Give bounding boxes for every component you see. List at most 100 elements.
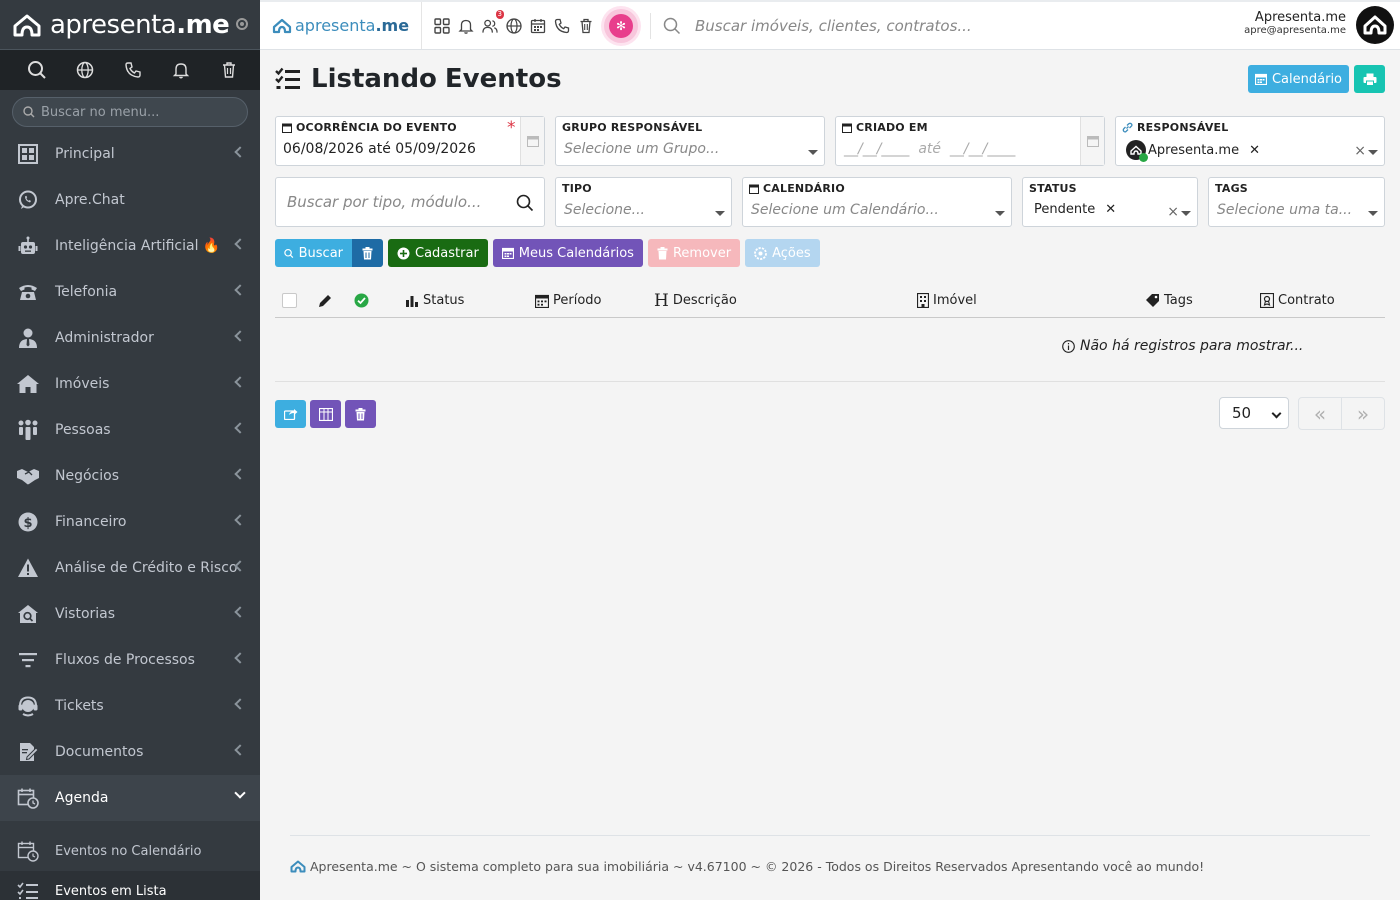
- calendar-clock-icon: [16, 839, 40, 863]
- column-header-status[interactable]: Status: [405, 293, 464, 308]
- column-header-contrato[interactable]: Contrato: [1260, 293, 1335, 308]
- sidebar-item-documentos[interactable]: Documentos: [0, 729, 260, 775]
- globe-icon[interactable]: [506, 17, 522, 34]
- sidebar-toggle-icon[interactable]: [236, 18, 248, 30]
- sidebar-item-pessoas[interactable]: Pessoas: [0, 407, 260, 453]
- my-calendars-button[interactable]: Meus Calendários: [492, 239, 643, 267]
- trash-icon[interactable]: [578, 18, 594, 34]
- clear-icon[interactable]: ×: [1167, 204, 1179, 220]
- sidebar-item-analise[interactable]: Análise de Crédito e Risco: [0, 545, 260, 591]
- users-icon[interactable]: 3: [482, 9, 504, 34]
- logo-house-icon: [272, 18, 292, 33]
- criado-em-field[interactable]: CRIADO EM __/__/____ até __/__/____: [835, 116, 1105, 166]
- robot-icon: [16, 234, 40, 258]
- actions-button[interactable]: Ações: [745, 239, 820, 267]
- trash-icon: [362, 246, 373, 259]
- logo-house-icon: [290, 860, 306, 873]
- last-page-button[interactable]: »: [1341, 398, 1384, 429]
- sidebar-item-administrador[interactable]: Administrador: [0, 315, 260, 361]
- search-icon[interactable]: [26, 59, 48, 81]
- per-page-select[interactable]: 50: [1219, 397, 1289, 429]
- sidebar-item-telefonia[interactable]: Telefonia: [0, 269, 260, 315]
- phone-icon[interactable]: [122, 59, 144, 81]
- clear-filters-button[interactable]: [352, 239, 383, 267]
- avatar[interactable]: [1356, 6, 1394, 44]
- svg-text:$: $: [23, 516, 32, 531]
- column-header-tags[interactable]: Tags: [1145, 293, 1193, 308]
- sidebar-item-label: Tickets: [55, 698, 104, 714]
- trash-icon[interactable]: [218, 59, 240, 81]
- sidebar-item-financeiro[interactable]: $ Financeiro: [0, 499, 260, 545]
- top-navbar: apresenta .me 3 ✻ Buscar imóveis, cliente…: [260, 0, 1400, 50]
- column-header-descricao[interactable]: H Descrição: [654, 292, 737, 309]
- remove-chip-icon[interactable]: ✕: [1105, 202, 1116, 217]
- calendar-icon[interactable]: [530, 18, 546, 34]
- sidebar-item-label: Fluxos de Processos: [55, 652, 195, 668]
- sidebar-item-aprechat[interactable]: Apre.Chat: [0, 177, 260, 223]
- calendar-icon[interactable]: [520, 117, 544, 165]
- calendario-select[interactable]: CALENDÁRIO Selecione um Calendário...: [742, 177, 1012, 227]
- home-icon: [16, 372, 40, 396]
- remove-button[interactable]: Remover: [647, 239, 741, 267]
- calendar-view-button[interactable]: Calendário: [1248, 65, 1349, 93]
- sidebar-subitem-eventos-calendario[interactable]: Eventos no Calendário: [0, 831, 260, 871]
- tags-select[interactable]: TAGS Selecione uma ta...: [1208, 177, 1385, 227]
- sidebar-item-ia[interactable]: Inteligência Artificial 🔥: [0, 223, 260, 269]
- sidebar-item-vistorias[interactable]: Vistorias: [0, 591, 260, 637]
- calendar-icon[interactable]: [1080, 117, 1104, 165]
- info-icon: [1062, 339, 1075, 353]
- tipo-select[interactable]: TIPO Selecione...: [555, 177, 732, 227]
- search-icon[interactable]: [516, 194, 534, 212]
- sidebar-item-fluxos[interactable]: Fluxos de Processos: [0, 637, 260, 683]
- user-menu[interactable]: Apresenta.me apre@apresenta.me: [1244, 10, 1346, 36]
- bell-icon[interactable]: [170, 59, 192, 81]
- edit-column: [317, 293, 333, 309]
- sidebar-item-principal[interactable]: Principal: [0, 131, 260, 177]
- columns-button[interactable]: [310, 400, 341, 428]
- export-button[interactable]: [275, 400, 306, 428]
- clear-icon[interactable]: ×: [1354, 143, 1366, 159]
- bell-icon[interactable]: [458, 18, 474, 34]
- search-button[interactable]: Buscar: [275, 239, 352, 267]
- phone-icon[interactable]: [554, 18, 570, 34]
- sidebar-item-label: Agenda: [55, 790, 109, 806]
- global-search-input[interactable]: Buscar imóveis, clientes, contratos...: [663, 17, 972, 35]
- responsavel-chip[interactable]: Apresenta.me ✕: [1126, 140, 1260, 162]
- sidebar-item-negocios[interactable]: Negócios: [0, 453, 260, 499]
- sidebar-item-tickets[interactable]: Tickets: [0, 683, 260, 729]
- sidebar-item-label: Documentos: [55, 744, 144, 760]
- globe-icon[interactable]: [74, 59, 96, 81]
- print-button[interactable]: [1354, 65, 1385, 93]
- create-button[interactable]: Cadastrar: [388, 239, 488, 267]
- responsavel-select[interactable]: RESPONSÁVEL Apresenta.me ✕ ×: [1115, 116, 1385, 166]
- type-module-search-input[interactable]: Buscar por tipo, módulo...: [275, 177, 545, 227]
- sidebar-search-input[interactable]: Buscar no menu...: [12, 97, 248, 127]
- list-check-icon: [275, 67, 300, 89]
- sidebar-subitem-eventos-lista[interactable]: Eventos em Lista: [0, 871, 260, 900]
- delete-selected-button[interactable]: [345, 400, 376, 428]
- ai-assistant-button[interactable]: ✻: [604, 8, 638, 43]
- chevron-left-icon: [234, 376, 246, 388]
- first-page-button[interactable]: «: [1299, 398, 1341, 429]
- sidebar-item-imoveis[interactable]: Imóveis: [0, 361, 260, 407]
- grupo-responsavel-select[interactable]: GRUPO RESPONSÁVEL Selecione um Grupo...: [555, 116, 825, 166]
- column-header-periodo[interactable]: Período: [535, 293, 602, 308]
- status-chip[interactable]: Pendente ✕: [1034, 202, 1116, 217]
- page-title-bold: Eventos: [444, 64, 562, 94]
- sidebar-logo[interactable]: apresenta.me: [0, 0, 260, 50]
- chevron-left-icon: [234, 698, 246, 710]
- grupo-placeholder: Selecione um Grupo...: [564, 141, 720, 157]
- sidebar-item-agenda[interactable]: Agenda: [0, 775, 260, 821]
- global-search-placeholder: Buscar imóveis, clientes, contratos...: [695, 16, 972, 35]
- ocorrencia-field[interactable]: OCORRÊNCIA DO EVENTO * 06/08/2026 até 05…: [275, 116, 545, 166]
- remove-chip-icon[interactable]: ✕: [1249, 143, 1260, 158]
- headset-icon: [16, 694, 40, 718]
- column-header-imovel[interactable]: Imóvel: [917, 293, 977, 308]
- list-check-icon: [16, 879, 40, 900]
- status-select[interactable]: STATUS Pendente ✕ ×: [1022, 177, 1198, 227]
- chevron-down-icon: [234, 787, 246, 799]
- navbar-brand[interactable]: apresenta .me: [260, 2, 422, 49]
- search-icon: [23, 106, 35, 118]
- select-all-checkbox[interactable]: [282, 293, 297, 308]
- apps-grid-icon[interactable]: [434, 17, 450, 34]
